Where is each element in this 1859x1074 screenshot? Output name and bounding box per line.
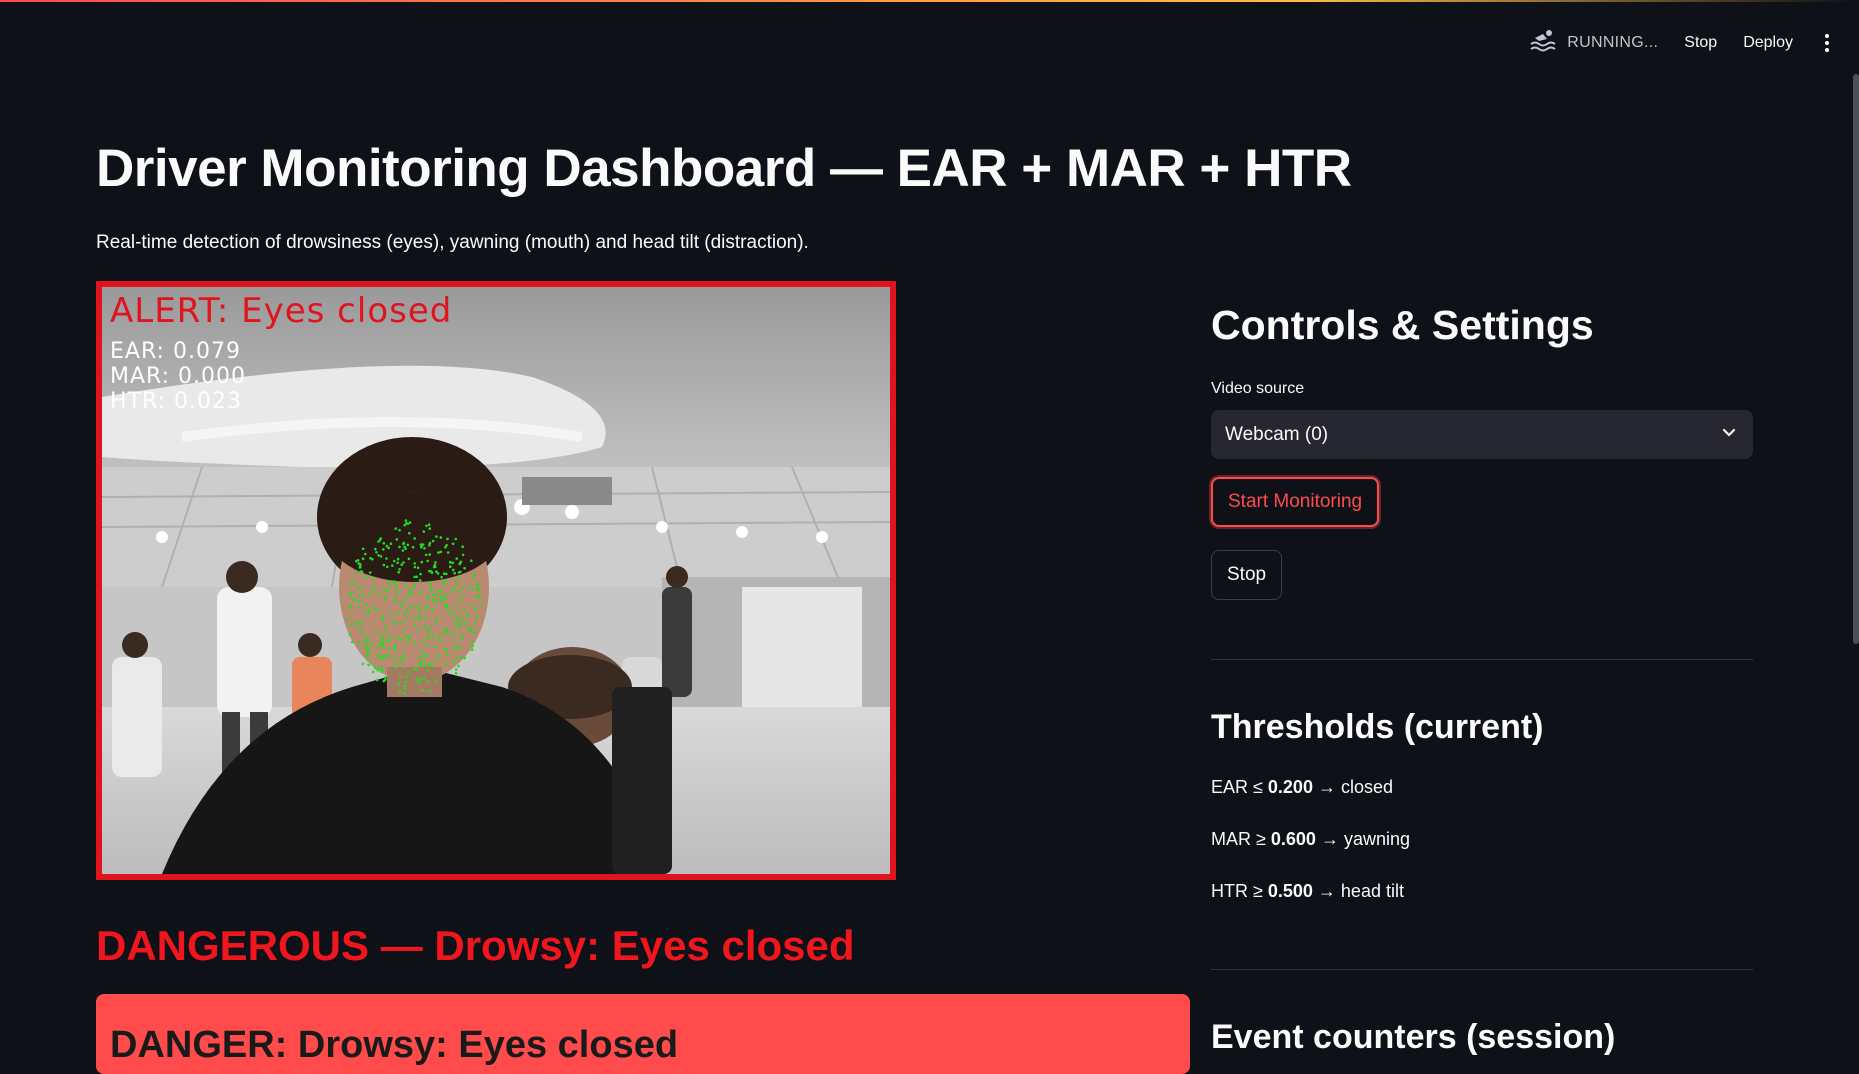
video-source-label: Video source xyxy=(1211,380,1304,398)
threshold-htr-meaning: → head tilt xyxy=(1313,881,1404,901)
threshold-ear-value: 0.200 xyxy=(1268,777,1313,797)
chevron-down-icon xyxy=(1721,424,1737,446)
controls-heading: Controls & Settings xyxy=(1211,302,1594,349)
threshold-mar-meaning: → yawning xyxy=(1316,829,1410,849)
main-menu-icon[interactable] xyxy=(1819,34,1835,52)
toolbar-stop-button[interactable]: Stop xyxy=(1684,34,1717,52)
threshold-htr: HTR ≥ 0.500 → head tilt xyxy=(1211,881,1404,902)
start-monitoring-button[interactable]: Start Monitoring xyxy=(1211,477,1379,527)
event-counters-heading: Event counters (session) xyxy=(1211,1018,1615,1057)
threshold-mar-label: MAR ≥ xyxy=(1211,829,1271,849)
mar-readout: MAR: 0.000 xyxy=(110,364,246,389)
running-status: RUNNING... xyxy=(1529,28,1658,57)
stop-button[interactable]: Stop xyxy=(1211,550,1282,600)
divider xyxy=(1211,969,1753,970)
divider xyxy=(1211,659,1753,660)
video-source-value: Webcam (0) xyxy=(1225,424,1328,446)
page-title: Driver Monitoring Dashboard — EAR + MAR … xyxy=(96,138,1352,199)
danger-alert-text: DANGER: Drowsy: Eyes closed xyxy=(110,1024,678,1066)
threshold-ear-label: EAR ≤ xyxy=(1211,777,1268,797)
running-swimmer-icon xyxy=(1529,28,1557,57)
threshold-htr-value: 0.500 xyxy=(1268,881,1313,901)
page-scrollbar[interactable] xyxy=(1853,74,1859,644)
threshold-mar: MAR ≥ 0.600 → yawning xyxy=(1211,829,1410,850)
threshold-htr-label: HTR ≥ xyxy=(1211,881,1268,901)
app-toolbar: RUNNING... Stop Deploy xyxy=(1529,28,1835,57)
threshold-ear: EAR ≤ 0.200 → closed xyxy=(1211,777,1393,798)
thresholds-heading: Thresholds (current) xyxy=(1211,708,1543,747)
threshold-mar-value: 0.600 xyxy=(1271,829,1316,849)
page-subtitle: Real-time detection of drowsiness (eyes)… xyxy=(96,232,809,254)
danger-alert-banner: DANGER: Drowsy: Eyes closed xyxy=(96,994,1190,1074)
video-feed: ALERT: Eyes closed EAR: 0.079 MAR: 0.000… xyxy=(96,281,896,880)
htr-readout: HTR: 0.023 xyxy=(110,389,242,414)
threshold-ear-meaning: → closed xyxy=(1313,777,1393,797)
top-progress-line xyxy=(0,0,1859,2)
deploy-button[interactable]: Deploy xyxy=(1743,34,1793,52)
video-alert-text: ALERT: Eyes closed xyxy=(110,291,452,331)
video-source-select[interactable]: Webcam (0) xyxy=(1211,410,1753,459)
running-status-text: RUNNING... xyxy=(1567,34,1658,52)
ear-readout: EAR: 0.079 xyxy=(110,339,241,364)
status-heading: DANGEROUS — Drowsy: Eyes closed xyxy=(96,922,855,970)
